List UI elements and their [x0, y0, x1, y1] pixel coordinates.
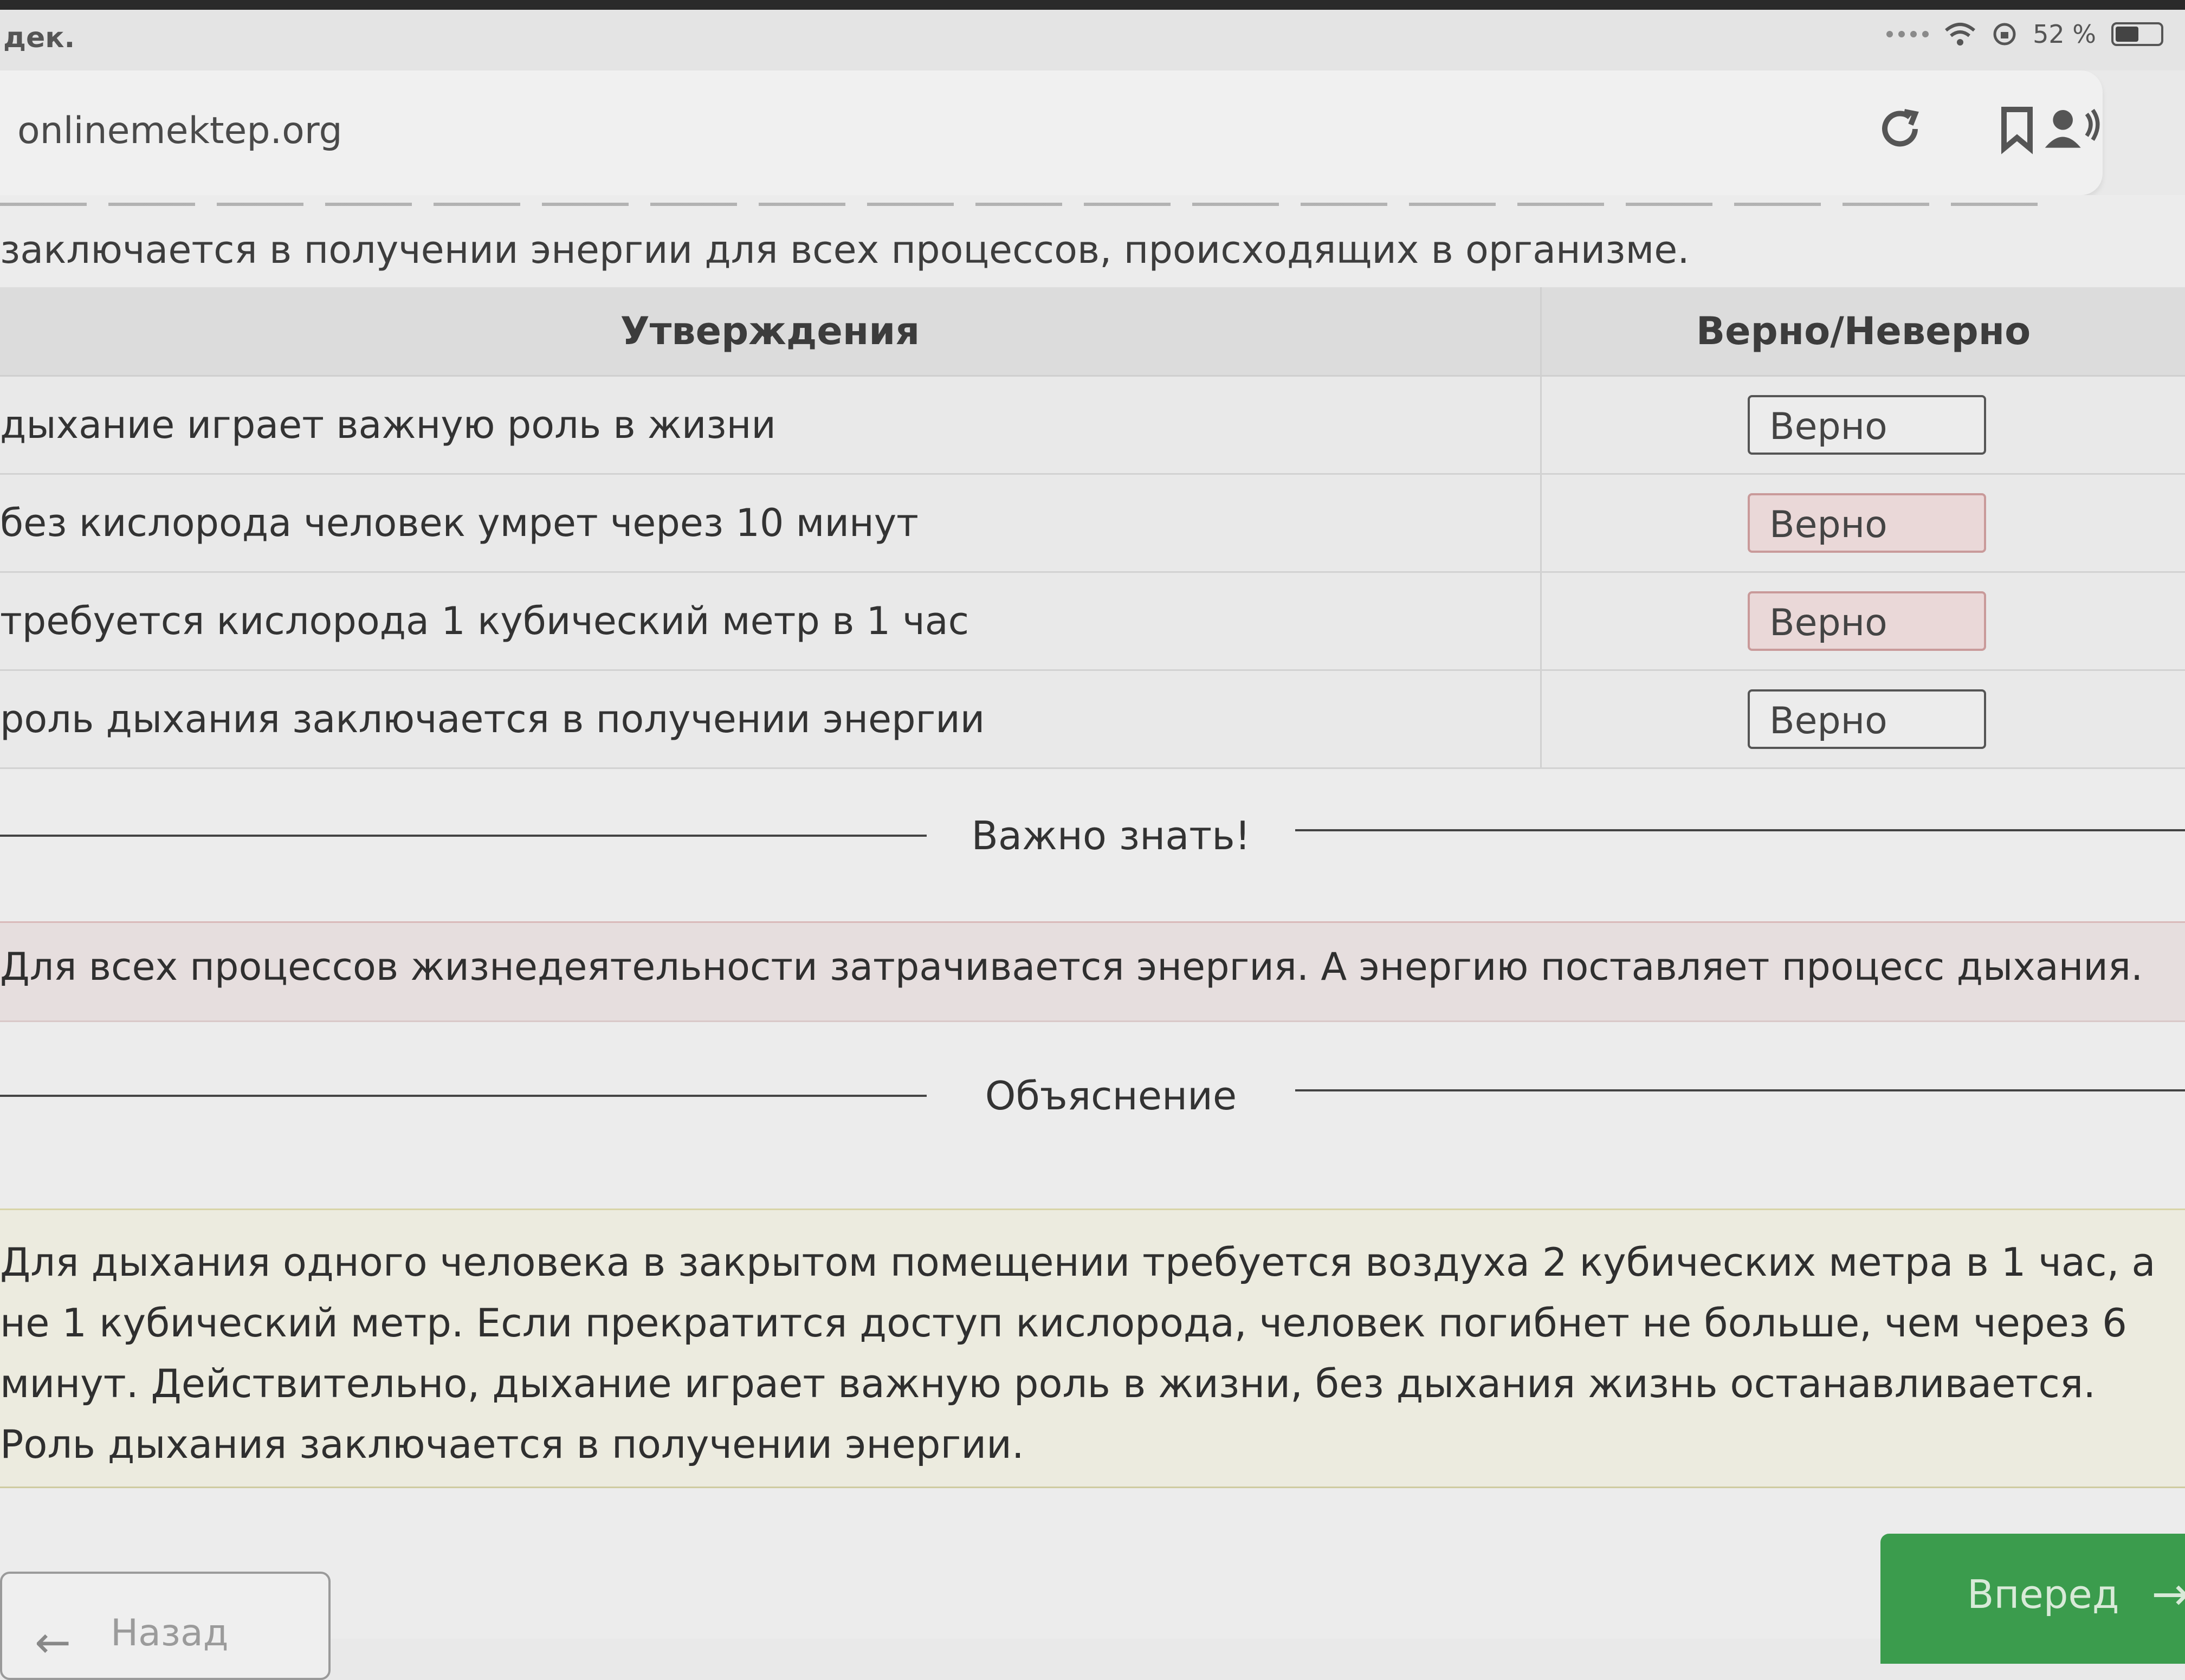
status-time: дек.: [3, 22, 75, 54]
answer-dropdown[interactable]: Верно: [1748, 689, 1986, 749]
reload-icon[interactable]: [1874, 103, 1926, 155]
answer-cell: Верно: [1541, 670, 2185, 768]
arrow-right-icon: →: [2151, 1567, 2185, 1620]
statement-cell: дыхание играет важную роль в жизни: [0, 376, 1541, 474]
address-bar[interactable]: onlinemektep.org: [0, 70, 2103, 195]
important-box: Для всех процессов жизнедеятельности зат…: [0, 921, 2185, 1022]
explanation-divider: Объяснение: [0, 1062, 2185, 1127]
bookmark-icon[interactable]: [1991, 103, 2043, 155]
statement-cell: без кислорода человек умрет через 10 мин…: [0, 474, 1541, 572]
url-text[interactable]: onlinemektep.org: [17, 109, 342, 152]
answer-cell: Верно: [1541, 376, 2185, 474]
battery-percentage: 52 %: [2033, 20, 2096, 49]
important-text: Для всех процессов жизнедеятельности зат…: [0, 945, 2143, 989]
forward-button[interactable]: Вперед →: [1880, 1534, 2185, 1664]
arrow-left-icon: ←: [35, 1617, 71, 1668]
status-indicators: 52 %: [1886, 20, 2163, 49]
wifi-icon: [1944, 22, 1976, 47]
answer-cell: Верно: [1541, 474, 2185, 572]
cut-off-text: [0, 195, 2059, 217]
column-header-answer: Верно/Неверно: [1541, 287, 2185, 376]
intro-text: заключается в получении энергии для всех…: [0, 228, 1690, 272]
profile-icon[interactable]: [2043, 102, 2103, 154]
important-divider: Важно знать!: [0, 802, 2185, 867]
divider-line: [1295, 1089, 2185, 1091]
important-title: Важно знать!: [0, 813, 2185, 858]
table-row: дыхание играет важную роль в жизни Верно: [0, 376, 2185, 474]
status-bar: дек. 52 %: [0, 0, 2185, 70]
table-row: без кислорода человек умрет через 10 мин…: [0, 474, 2185, 572]
statement-cell: требуется кислорода 1 кубический метр в …: [0, 572, 1541, 670]
statement-cell: роль дыхания заключается в получении эне…: [0, 670, 1541, 768]
back-button-label: Назад: [111, 1612, 229, 1655]
table-row: требуется кислорода 1 кубический метр в …: [0, 572, 2185, 670]
battery-icon: [2111, 22, 2163, 46]
table-row: роль дыхания заключается в получении эне…: [0, 670, 2185, 768]
column-header-statements: Утверждения: [0, 287, 1541, 376]
explanation-title: Объяснение: [0, 1073, 2185, 1119]
answer-cell: Верно: [1541, 572, 2185, 670]
rotation-lock-icon: [1992, 21, 2018, 47]
explanation-box: Для дыхания одного человека в закрытом п…: [0, 1209, 2185, 1488]
forward-button-label: Вперед: [1967, 1572, 2119, 1617]
answer-dropdown[interactable]: Верно: [1748, 493, 1986, 553]
divider-line: [1295, 829, 2185, 831]
page-content: заключается в получении энергии для всех…: [0, 195, 2185, 1639]
statements-table: Утверждения Верно/Неверно дыхание играет…: [0, 287, 2185, 769]
address-bar-actions: [1874, 103, 2043, 155]
answer-dropdown[interactable]: Верно: [1748, 395, 1986, 455]
table-header-row: Утверждения Верно/Неверно: [0, 287, 2185, 376]
answer-dropdown[interactable]: Верно: [1748, 591, 1986, 651]
explanation-text: Для дыхания одного человека в закрытом п…: [0, 1232, 2162, 1475]
signal-icon: [1886, 31, 1929, 37]
back-button[interactable]: ← Назад: [0, 1572, 331, 1680]
